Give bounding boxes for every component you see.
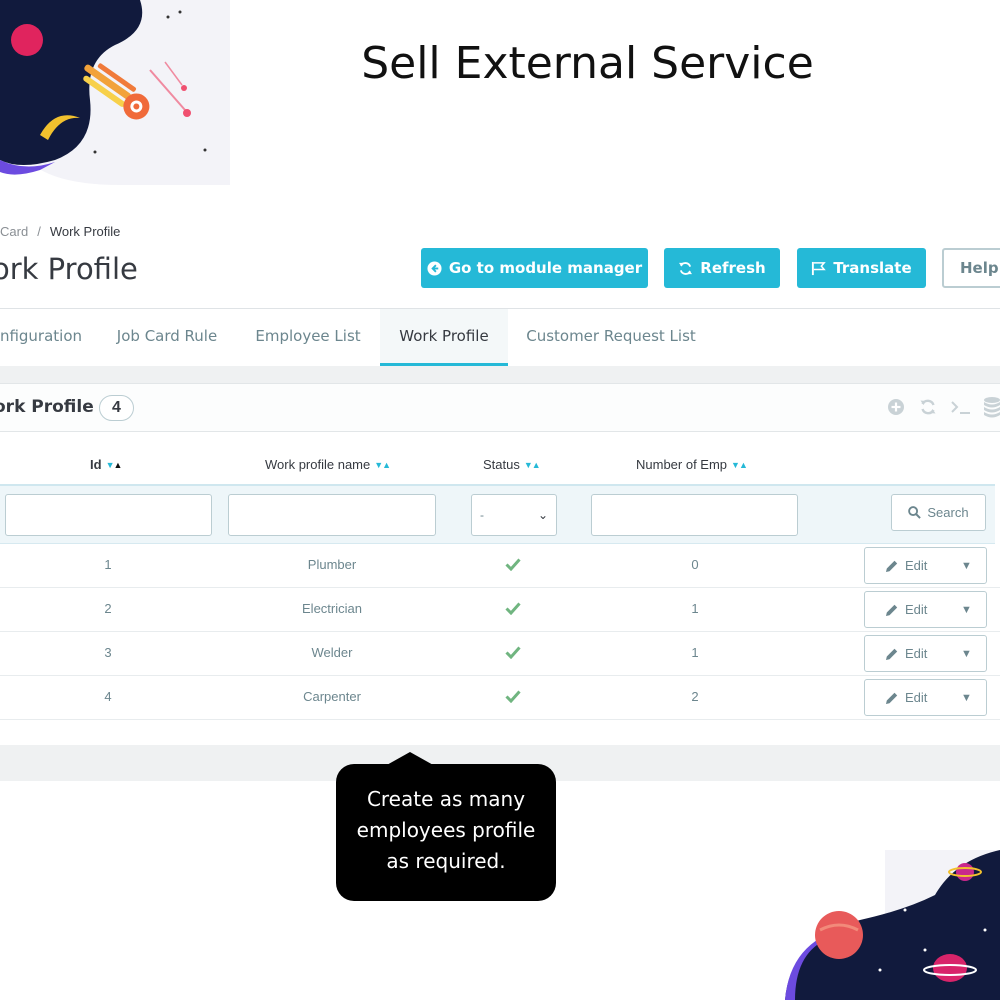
- column-header-status-label: Status: [483, 457, 520, 472]
- edit-label: Edit: [905, 602, 928, 617]
- row-actions: Edit ▼: [864, 591, 987, 628]
- row-actions: Edit ▼: [864, 635, 987, 672]
- tab-work-profile[interactable]: Work Profile: [380, 309, 508, 366]
- cell-id: 3: [104, 645, 112, 660]
- cell-id: 2: [104, 601, 112, 616]
- row-actions: Edit ▼: [864, 547, 987, 584]
- chevron-down-icon: ⌄: [537, 508, 548, 522]
- column-header-employees[interactable]: Number of Emp ▼▲: [636, 457, 748, 472]
- add-icon[interactable]: [887, 398, 905, 416]
- check-icon[interactable]: [505, 645, 521, 659]
- translate-button[interactable]: Translate: [797, 248, 926, 288]
- column-header-status[interactable]: Status ▼▲: [483, 457, 541, 472]
- panel-header: ork Profile 4: [0, 384, 1000, 432]
- check-icon[interactable]: [505, 601, 521, 615]
- table-row[interactable]: 1 Plumber 0 Edit ▼: [0, 544, 1000, 588]
- edit-button[interactable]: Edit: [865, 602, 953, 617]
- search-button-label: Search: [927, 505, 969, 520]
- tooltip-line: Create as many: [366, 787, 526, 811]
- edit-label: Edit: [905, 558, 928, 573]
- breadcrumb-parent-link[interactable]: Card: [0, 224, 28, 239]
- arrow-circle-left-icon: [427, 260, 442, 276]
- column-header-name-label: Work profile name: [265, 457, 371, 472]
- refresh-button[interactable]: Refresh: [664, 248, 780, 288]
- edit-label: Edit: [905, 690, 928, 705]
- go-to-module-manager-label: Go to module manager: [448, 259, 643, 277]
- column-header-name[interactable]: Work profile name ▼▲: [265, 457, 391, 472]
- pencil-icon: [886, 560, 898, 572]
- promo-title: Sell External Service: [361, 38, 814, 89]
- module-tabs: nfiguration Job Card Rule Employee List …: [0, 309, 1000, 366]
- sort-icon[interactable]: ▼▲: [374, 460, 391, 470]
- record-count-badge: 4: [99, 395, 134, 421]
- tab-job-card-rule[interactable]: Job Card Rule: [102, 309, 232, 366]
- go-to-module-manager-button[interactable]: Go to module manager: [421, 248, 648, 288]
- database-icon[interactable]: [983, 396, 1000, 418]
- table-row[interactable]: 3 Welder 1 Edit ▼: [0, 632, 1000, 676]
- cell-id: 1: [104, 557, 112, 572]
- pencil-icon: [886, 648, 898, 660]
- column-header-employees-label: Number of Emp: [636, 457, 728, 472]
- cell-employees: 1: [691, 601, 699, 616]
- edit-button[interactable]: Edit: [865, 646, 953, 661]
- column-header-id-label: Id: [90, 457, 102, 472]
- breadcrumb-current: Work Profile: [49, 224, 121, 239]
- sort-icon[interactable]: ▼▲: [731, 460, 748, 470]
- breadcrumb: Card / Work Profile: [0, 224, 120, 239]
- filter-row: - ⌄ Search: [0, 484, 995, 544]
- caret-down-icon[interactable]: ▼: [961, 604, 972, 616]
- translate-label: Translate: [833, 259, 912, 277]
- sort-icon[interactable]: ▼▲: [106, 460, 123, 470]
- cell-employees: 1: [691, 645, 699, 660]
- refresh-list-icon[interactable]: [919, 398, 937, 416]
- edit-button[interactable]: Edit: [865, 690, 953, 705]
- edit-label: Edit: [905, 646, 928, 661]
- page-title: ork Profile: [0, 252, 138, 286]
- cell-id: 4: [104, 689, 112, 704]
- column-header-id[interactable]: Id ▼▲: [90, 457, 123, 472]
- search-button[interactable]: Search: [891, 494, 986, 531]
- caret-down-icon[interactable]: ▼: [961, 560, 972, 572]
- edit-button[interactable]: Edit: [865, 558, 953, 573]
- sort-icon[interactable]: ▼▲: [524, 460, 541, 470]
- row-actions: Edit ▼: [864, 679, 987, 716]
- employees-filter-input[interactable]: [591, 494, 798, 536]
- table-row[interactable]: 2 Electrician 1 Edit ▼: [0, 588, 1000, 632]
- space-illustration-bottom-right: [785, 850, 1000, 1000]
- caret-down-icon[interactable]: ▼: [961, 692, 972, 704]
- name-filter-input[interactable]: [228, 494, 436, 536]
- space-illustration-top-left: [0, 0, 230, 185]
- caret-down-icon[interactable]: ▼: [961, 648, 972, 660]
- cell-name: Carpenter: [303, 689, 361, 704]
- status-filter-value: -: [480, 508, 484, 522]
- terminal-icon[interactable]: [950, 398, 972, 416]
- cell-name: Welder: [311, 645, 353, 660]
- panel-title: ork Profile: [0, 397, 94, 417]
- search-icon: [908, 506, 922, 519]
- check-icon[interactable]: [505, 689, 521, 703]
- tab-configuration[interactable]: nfiguration: [0, 309, 90, 366]
- status-filter-select[interactable]: - ⌄: [471, 494, 557, 536]
- id-filter-input[interactable]: [5, 494, 212, 536]
- refresh-icon: [679, 261, 693, 275]
- breadcrumb-separator: /: [37, 224, 41, 239]
- table-row[interactable]: 4 Carpenter 2 Edit ▼: [0, 676, 1000, 720]
- refresh-label: Refresh: [700, 259, 766, 277]
- work-profile-panel: ork Profile 4 Id ▼▲ Work profile name ▼▲…: [0, 383, 1000, 745]
- cell-name: Electrician: [302, 601, 362, 616]
- tooltip-line: employees profile: [356, 818, 536, 842]
- tab-employee-list[interactable]: Employee List: [244, 309, 372, 366]
- tab-customer-request-list[interactable]: Customer Request List: [518, 309, 704, 366]
- tooltip-callout: Create as many employees profile as requ…: [336, 764, 556, 901]
- cell-name: Plumber: [307, 557, 357, 572]
- flag-icon: [812, 261, 827, 275]
- pencil-icon: [886, 692, 898, 704]
- help-button[interactable]: Help: [942, 248, 1000, 288]
- tooltip-line: as required.: [386, 849, 506, 873]
- cell-employees: 0: [691, 557, 699, 572]
- help-label: Help: [960, 259, 999, 277]
- pencil-icon: [886, 604, 898, 616]
- check-icon[interactable]: [505, 557, 521, 571]
- cell-employees: 2: [691, 689, 699, 704]
